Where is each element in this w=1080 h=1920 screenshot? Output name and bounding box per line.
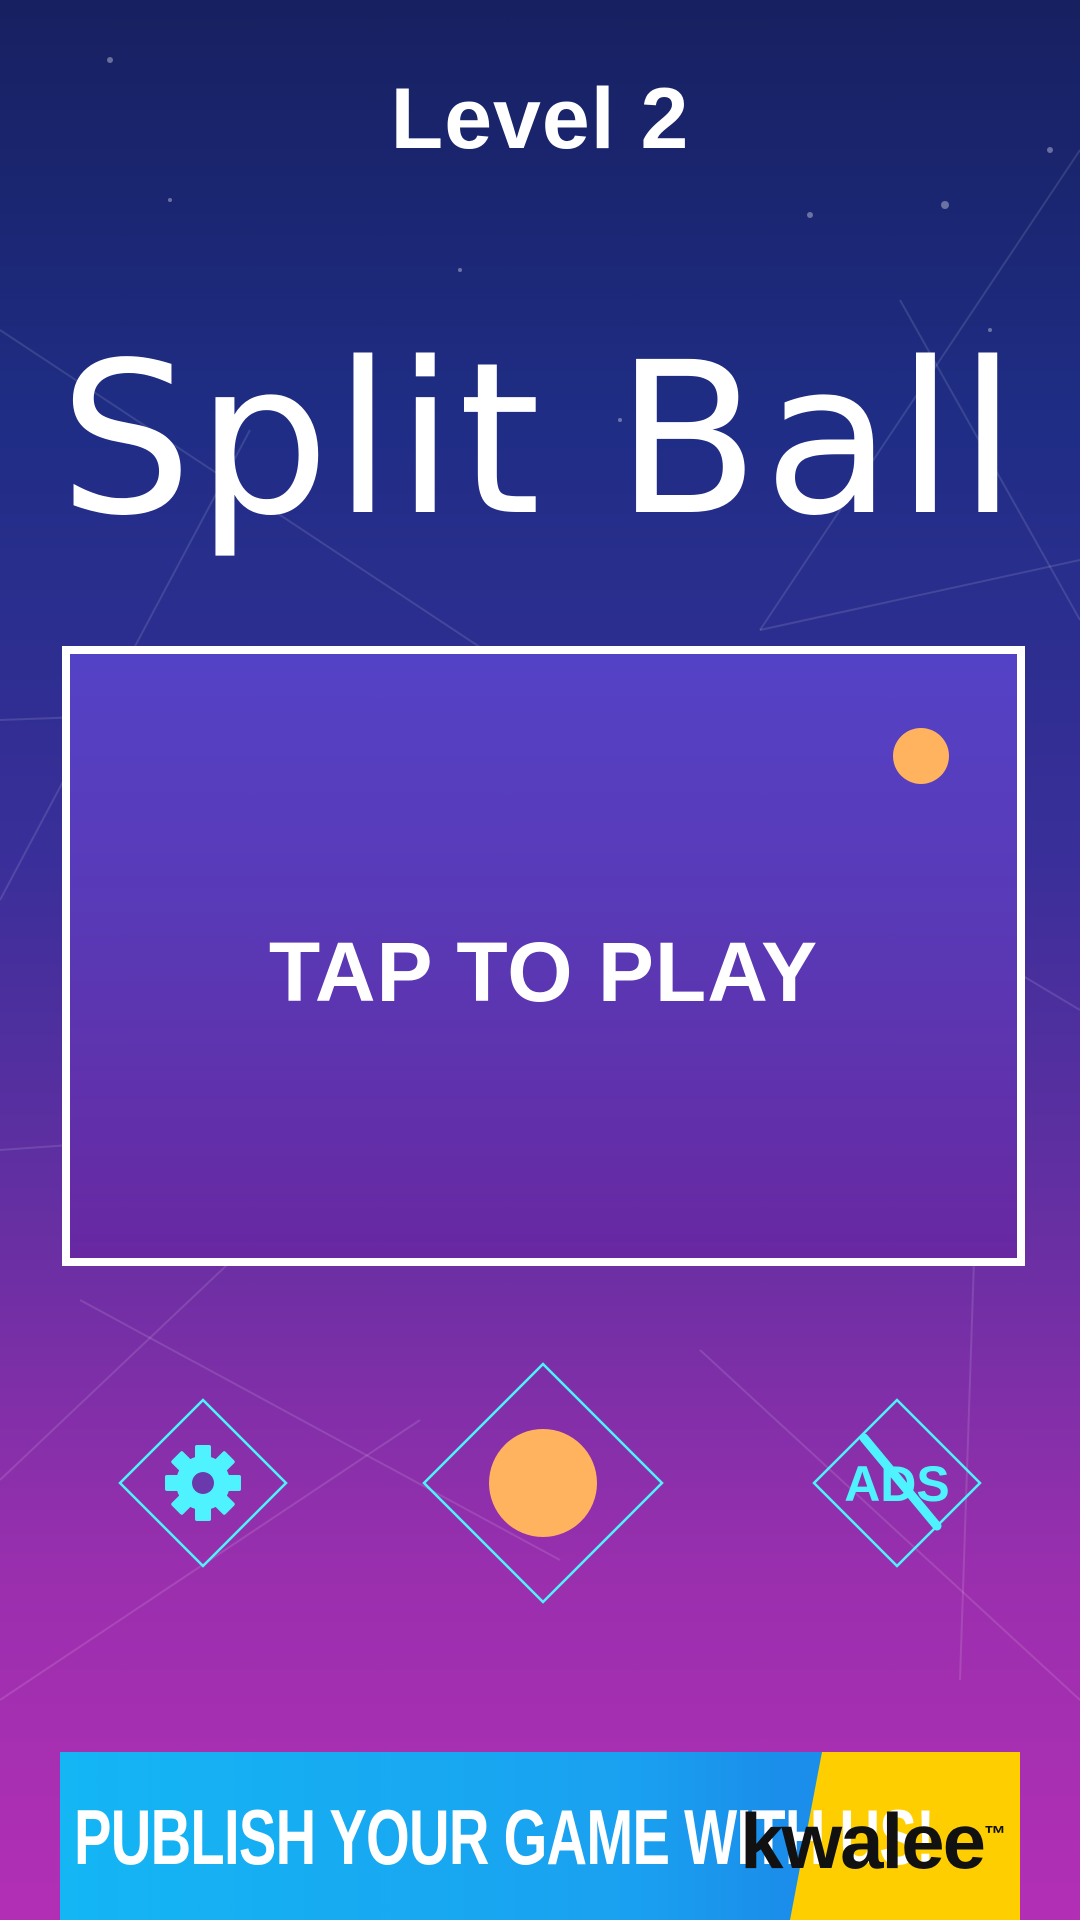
ball-icon bbox=[893, 728, 949, 784]
no-ads-button[interactable]: ADS bbox=[812, 1398, 982, 1568]
gear-icon bbox=[165, 1445, 241, 1521]
tap-to-play-label: TAP TO PLAY bbox=[268, 925, 819, 1019]
level-label: Level 2 bbox=[390, 71, 690, 167]
ball-icon bbox=[489, 1429, 597, 1537]
ad-brand-name: kwalee bbox=[740, 1797, 986, 1885]
ad-brand-logo: kwalee™ bbox=[740, 1796, 1006, 1887]
game-title: Split Ball bbox=[59, 317, 1021, 562]
ad-brand-trademark: ™ bbox=[984, 1821, 1006, 1846]
tap-to-play-panel[interactable]: TAP TO PLAY bbox=[62, 646, 1025, 1266]
settings-button[interactable] bbox=[118, 1398, 288, 1568]
no-ads-icon: ADS bbox=[844, 1433, 950, 1531]
ball-select-button[interactable] bbox=[422, 1362, 664, 1604]
ad-banner[interactable]: PUBLISH YOUR GAME WITH US! kwalee™ bbox=[60, 1752, 1020, 1920]
